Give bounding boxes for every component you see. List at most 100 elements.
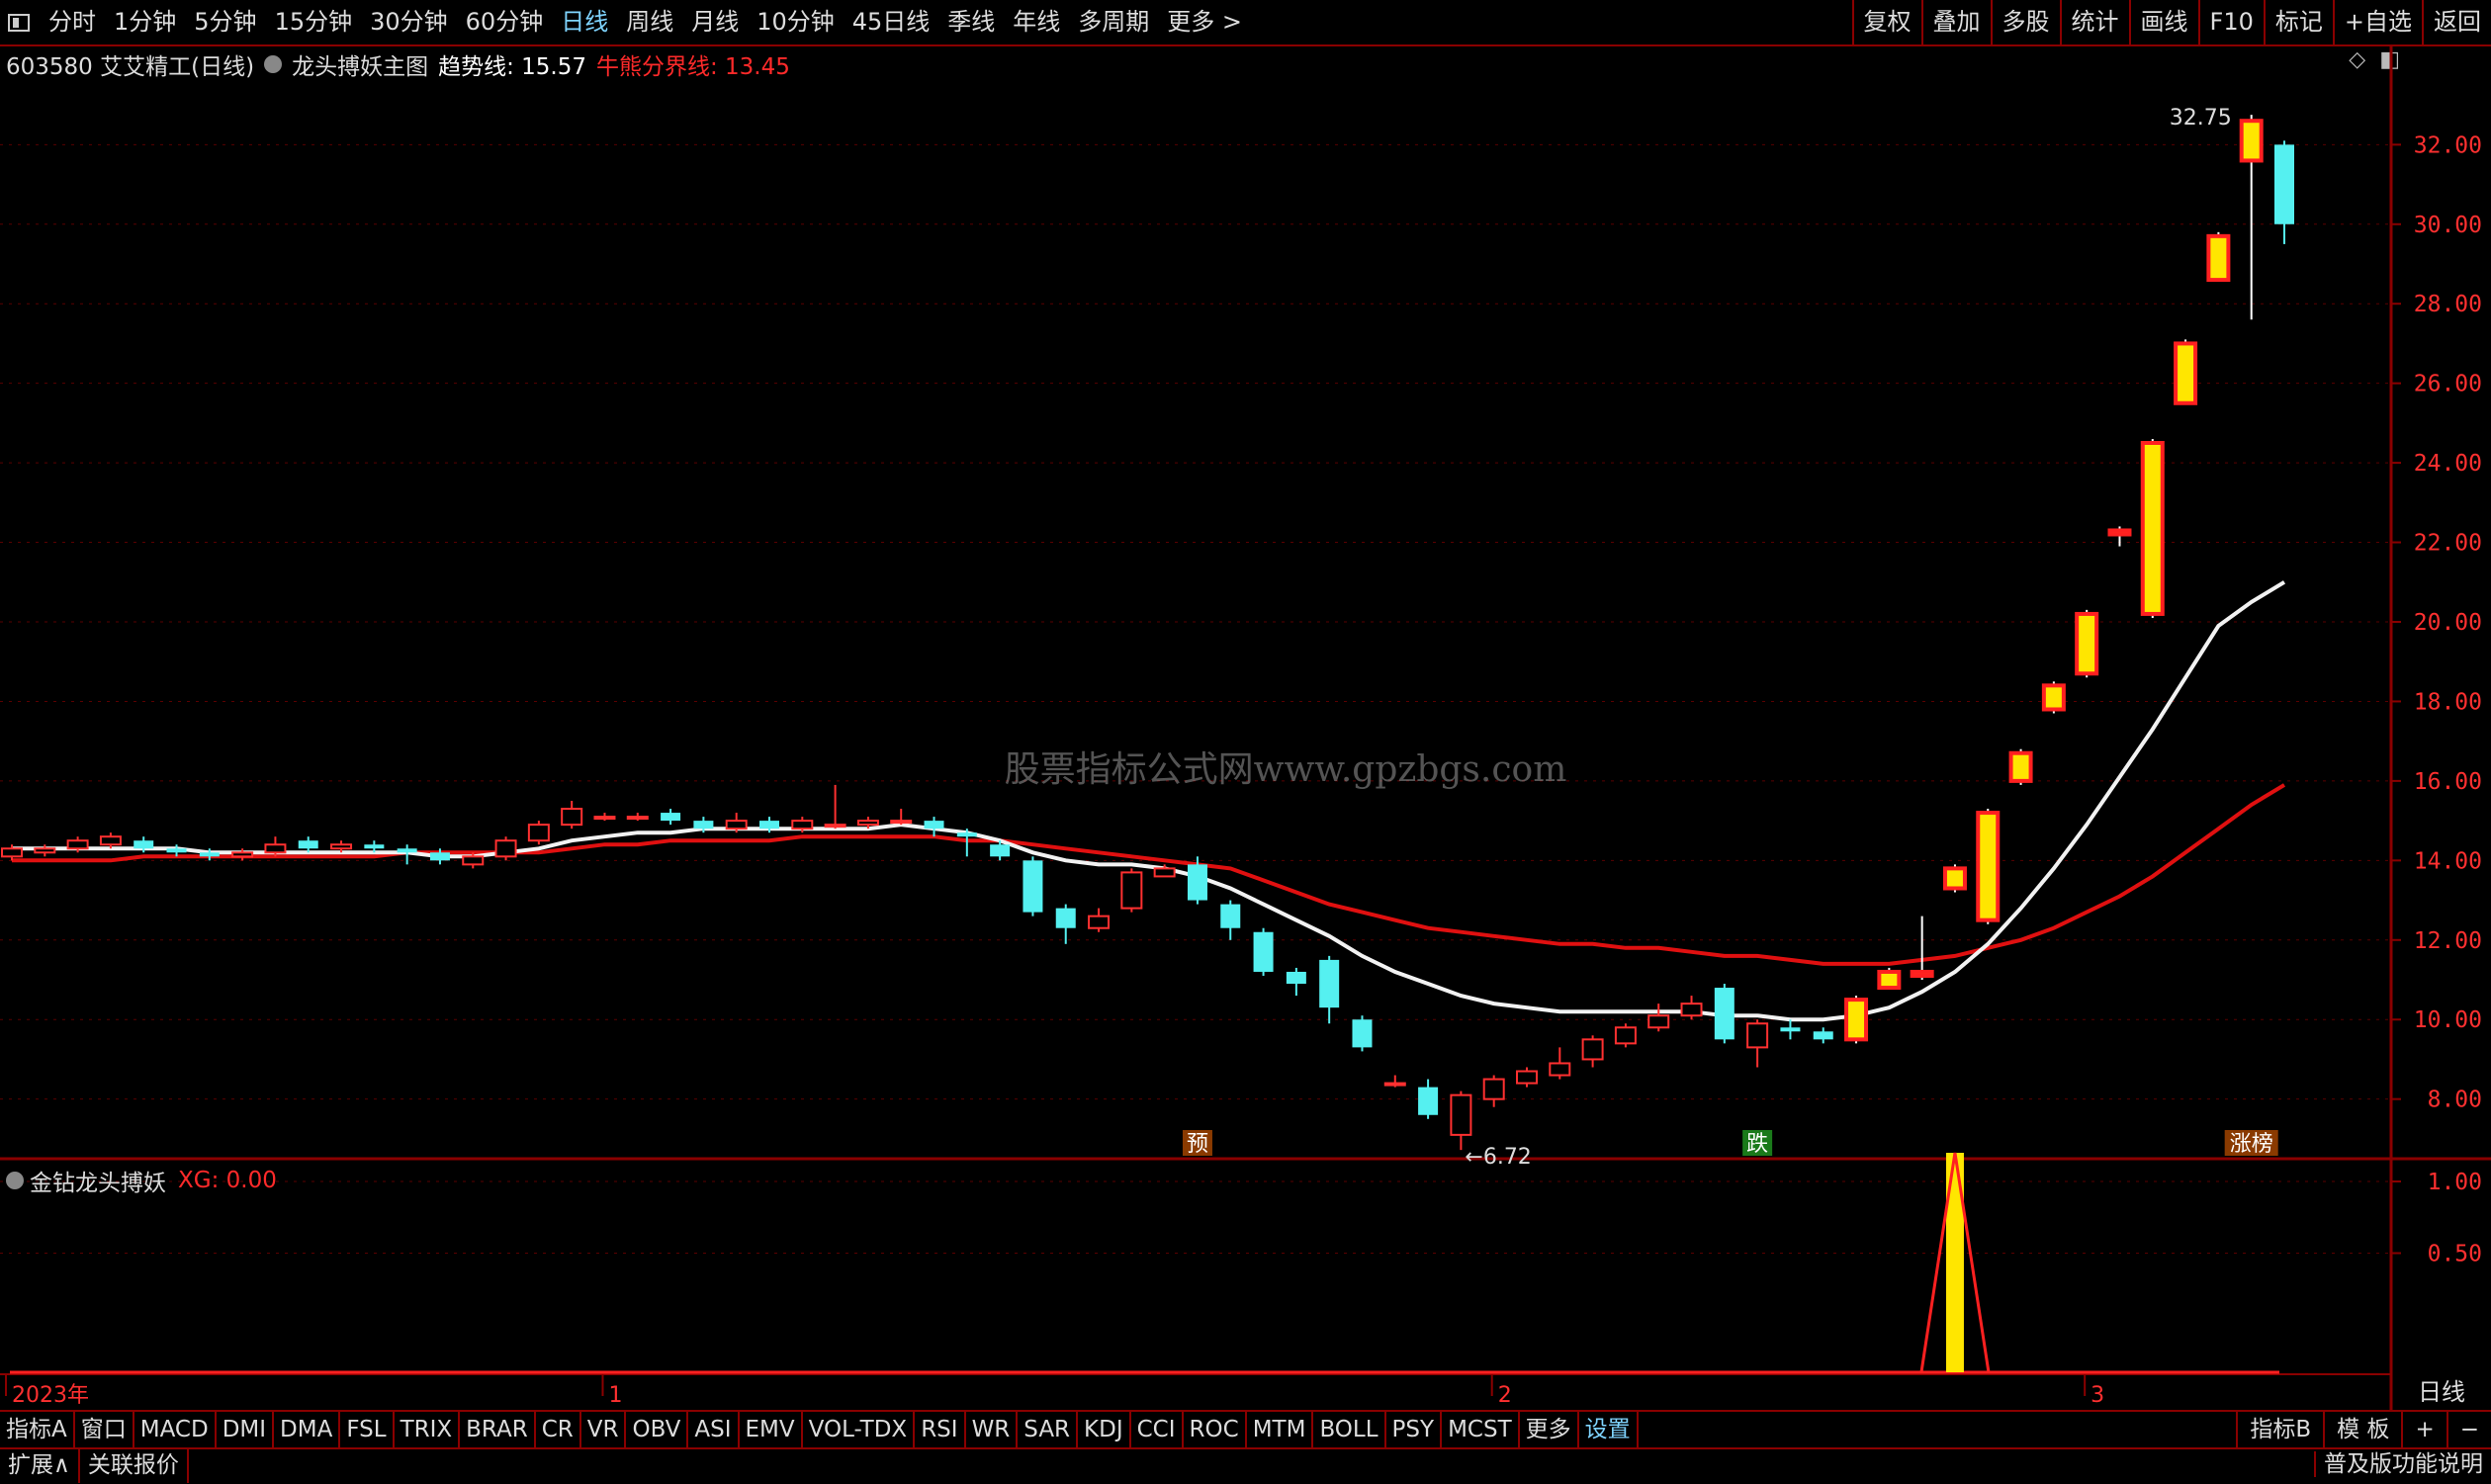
candle-body [626,816,649,821]
kline-chart[interactable]: 32.0030.0028.0026.0024.0022.0020.0018.00… [0,0,2491,1484]
indicator-tab[interactable]: MTM [1247,1412,1314,1447]
candle-body [1286,971,1306,985]
candle-body [1614,1026,1637,1045]
candle-body [397,848,417,853]
indicator-tab[interactable]: 设置 [1579,1412,1639,1447]
bottom-tab[interactable]: 关联报价 [80,1447,189,1483]
indicator-tab[interactable]: ROC [1184,1412,1247,1447]
indicator-right-button[interactable]: + [2401,1412,2446,1447]
candle-body [1187,864,1207,901]
candle-body [1253,931,1274,972]
candle-body [1023,860,1043,913]
candle-body [956,832,977,837]
indicator-tab[interactable]: MACD [134,1412,217,1447]
candle-body [1418,1087,1439,1115]
candle-body [1910,969,1934,978]
bottom-right: 普及版功能说明 [2314,1446,2491,1482]
indicator-tab[interactable]: 指标A [0,1412,75,1447]
candle-body [661,813,681,822]
x-tick-label: 1 [608,1383,622,1408]
candle-body [66,839,89,850]
candle-body [2206,233,2231,283]
candle-body [527,824,550,842]
y-tick-label: 20.00 [2414,610,2482,636]
candle-body [1450,1093,1472,1136]
candle-body [1746,1022,1769,1049]
indicator-right-button[interactable]: 模 板 [2323,1412,2401,1447]
indicator-tab[interactable]: WR [966,1412,1019,1447]
y-tick-label: 32.00 [2414,132,2482,158]
signal-marker: 预 [1187,1132,1208,1157]
sub-tick-label: 0.50 [2428,1242,2482,1267]
candle-body [34,847,56,854]
candle-body [2140,441,2165,616]
y-tick-label: 26.00 [2414,372,2482,397]
indicator-tab[interactable]: ASI [688,1412,740,1447]
y-tick-label: 12.00 [2414,928,2482,954]
candle-body [330,843,353,850]
indicator-tab[interactable]: CR [536,1412,581,1447]
y-tick-label: 14.00 [2414,848,2482,874]
indicator-tab[interactable]: OBV [626,1412,689,1447]
indicator-tab[interactable]: RSI [915,1412,966,1447]
candle-body [693,821,714,829]
indicator-tab[interactable]: DMA [274,1412,341,1447]
candle-body [1383,1082,1406,1087]
candle-body [166,848,187,853]
sub-indicator-name[interactable]: 金钻龙头搏妖 [30,1164,166,1197]
candle-body [298,840,318,849]
bottom-tab[interactable]: 扩展∧ [0,1447,80,1483]
candle-body [2075,611,2099,676]
candle-body [264,843,287,854]
low-price-label: ←6.72 [1465,1145,1531,1170]
help-link[interactable]: 普及版功能说明 [2314,1451,2491,1477]
y-tick-label: 16.00 [2414,769,2482,795]
indicator-tab[interactable]: BRAR [460,1412,536,1447]
candle-body [759,821,779,829]
y-tick-label: 22.00 [2414,531,2482,557]
indicator-tab-bar: 指标A 窗口 MACD DMI DMA FSL TRIX BRAR CR VR OBV ASI EMV V… [0,1410,2491,1449]
sub-tick-label: 1.00 [2428,1170,2482,1195]
indicator-tab[interactable]: TRIX [395,1412,461,1447]
candle-body [1319,959,1340,1008]
y-tick-label: 10.00 [2414,1007,2482,1033]
indicator-tab[interactable]: SAR [1018,1412,1079,1447]
indicator-tab[interactable]: VR [581,1412,627,1447]
indicator-tab[interactable]: FSL [340,1412,395,1447]
indicator-right-button[interactable]: − [2446,1412,2491,1447]
indicator-tab[interactable]: 更多 [1520,1412,1579,1447]
candle-body [824,824,846,829]
candle-body [494,839,517,858]
indicator-right-buttons: 指标B 模 板 + − [2236,1412,2491,1447]
x-tick-label: 2 [1498,1383,1512,1408]
candle-body [2174,341,2198,405]
indicator-tab[interactable]: MCST [1442,1412,1520,1447]
indicator-tab[interactable]: BOLL [1313,1412,1386,1447]
indicator-right-button[interactable]: 指标B [2236,1412,2323,1447]
indicator-tab[interactable]: DMI [217,1412,275,1447]
indicator-tab[interactable]: PSY [1386,1412,1443,1447]
indicator-tab[interactable]: CCI [1131,1412,1184,1447]
candle-body [2107,528,2132,537]
high-price-label: 32.75 [2170,106,2232,131]
xg-value-label: XG: 0.00 [178,1168,277,1193]
candle-body [2008,750,2033,783]
sub-indicator-toggle-icon[interactable] [6,1172,24,1189]
indicator-tabs: 指标A 窗口 MACD DMI DMA FSL TRIX BRAR CR VR OBV ASI EMV V… [0,1412,1639,1447]
candle-body [1844,998,1869,1042]
indicator-tab[interactable]: 窗口 [75,1412,134,1447]
candle-body [231,851,254,858]
indicator-tab[interactable]: KDJ [1078,1412,1131,1447]
candle-body [1,847,23,858]
candle-body [1220,904,1241,928]
candle-body [890,820,913,825]
candle-body [2239,119,2264,163]
indicator-tab[interactable]: EMV [740,1412,803,1447]
y-tick-label: 8.00 [2428,1088,2482,1113]
candle-body [1581,1038,1604,1061]
candle-body [725,820,748,830]
candle-body [1088,915,1111,929]
candle-body [1055,908,1076,928]
candle-body [429,852,450,861]
indicator-tab[interactable]: VOL-TDX [803,1412,916,1447]
